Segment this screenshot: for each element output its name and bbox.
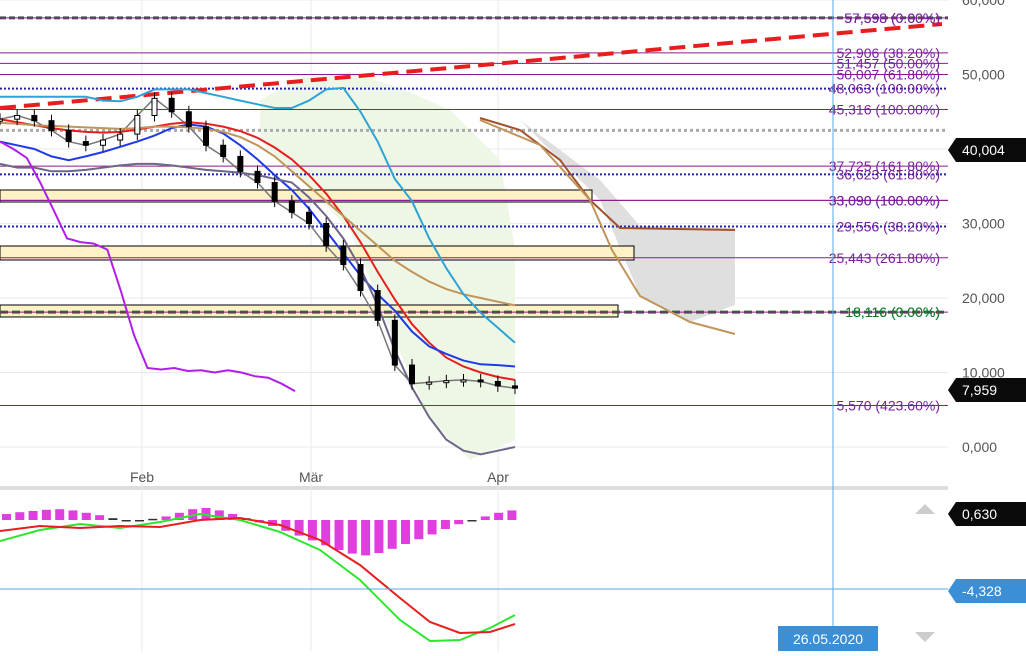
- macd-histogram-bar: [15, 512, 25, 520]
- candle-body: [237, 155, 244, 172]
- macd-histogram-bar: [401, 520, 410, 544]
- fib-level-label: 45,316 (100.00%): [829, 102, 940, 118]
- cursor-date-text: 26.05.2020: [793, 631, 863, 647]
- price-chart[interactable]: 57,598 (0.00%)57,598 (0.00%)52,906 (38.2…: [0, 0, 1026, 651]
- candle-body: [512, 385, 518, 389]
- macd-histogram-bar: [55, 509, 65, 520]
- price-badge-upper: 40,004: [948, 138, 1026, 162]
- y-tick-label: 0,000: [962, 439, 997, 455]
- macd-histogram-bar: [135, 520, 144, 522]
- candle-body: [494, 380, 501, 387]
- candle-body: [443, 380, 450, 384]
- macd-signal-badge: -4,328: [948, 579, 1026, 603]
- price-last-text: 7,959: [962, 382, 997, 398]
- y-tick-label: 20,000: [962, 290, 1005, 306]
- candle-body: [323, 223, 330, 247]
- candle-body: [151, 97, 158, 116]
- candle-body: [168, 97, 175, 113]
- candle-body: [65, 129, 72, 143]
- macd-histogram-bar: [121, 520, 131, 522]
- macd-histogram-bar: [334, 520, 344, 550]
- macd-histogram-bar: [108, 518, 118, 520]
- support-zone-18: [0, 304, 619, 318]
- candle-body: [185, 111, 192, 128]
- macd-histogram-bar: [374, 520, 384, 553]
- macd-histogram-bar: [361, 520, 371, 556]
- y-tick-label: 30,000: [962, 216, 1005, 232]
- candle-body: [409, 364, 415, 385]
- candle-body: [460, 379, 467, 383]
- macd-histogram-bar: [148, 518, 158, 521]
- fib-level-label: 18,116 (0.00%): [845, 304, 940, 320]
- y-tick-label: 60,000: [962, 0, 1005, 8]
- candle-body: [0, 118, 3, 122]
- candle-body: [288, 200, 295, 213]
- candle-body: [48, 120, 55, 131]
- candle-body: [82, 141, 89, 146]
- fib-level-label: 33,090 (100.00%): [829, 192, 940, 208]
- macd-histogram-bar: [387, 520, 397, 549]
- macd-histogram-bar: [467, 520, 477, 522]
- candle-body: [14, 114, 21, 120]
- fib-level-label: 36,623 (61.80%): [836, 166, 940, 182]
- candle-body: [134, 114, 141, 135]
- fib-level-label: 48,063 (100.00%): [829, 81, 940, 97]
- candle-body: [31, 114, 38, 122]
- macd-value-badge: 0,630: [948, 502, 1026, 526]
- candle-body: [271, 182, 278, 202]
- macd-histogram-bar: [2, 514, 11, 520]
- fib-level-label: 25,443 (261.80%): [829, 250, 940, 266]
- candle-body: [477, 379, 484, 383]
- x-tick-label: Apr: [487, 469, 509, 485]
- candle-body: [254, 170, 261, 184]
- cursor-date-badge: 26.05.2020: [778, 626, 878, 651]
- price-axis: [948, 0, 1026, 651]
- candle-body: [100, 139, 106, 146]
- candle-body: [117, 133, 124, 141]
- x-tick-label: Feb: [130, 469, 154, 485]
- candle-body: [203, 126, 209, 146]
- macd-histogram-bar: [480, 516, 490, 520]
- macd-histogram-bar: [95, 515, 105, 520]
- macd-histogram-bar: [41, 509, 51, 520]
- price-badge-last: 7,959: [948, 378, 1026, 402]
- macd-value-text: 0,630: [962, 506, 997, 522]
- macd-histogram-bar: [454, 520, 464, 525]
- fib-level-label: 57,598 (0.00%): [844, 10, 940, 26]
- fib-level-label: 29,556 (38.20%): [836, 218, 940, 234]
- macd-histogram-bar: [414, 520, 424, 540]
- candle-body: [426, 381, 433, 385]
- x-tick-label: Mär: [299, 469, 323, 485]
- macd-histogram-bar: [68, 510, 78, 520]
- macd-histogram-bar: [28, 511, 38, 520]
- macd-histogram-bar: [347, 520, 357, 554]
- y-tick-label: 50,000: [962, 67, 1005, 83]
- candle-body: [357, 263, 364, 292]
- chart-stage: 57,598 (0.00%) 57,598 (0.00%) 52,906 (38.2…: [0, 0, 1026, 651]
- candle-body: [391, 319, 398, 366]
- candle-body: [374, 290, 381, 321]
- macd-histogram-bar: [507, 510, 517, 520]
- macd-histogram-bar: [81, 512, 91, 520]
- fib-level-label: 5,570 (423.60%): [836, 398, 940, 414]
- candle-body: [306, 211, 312, 224]
- macd-histogram-bar: [494, 512, 504, 520]
- macd-signal-text: -4,328: [962, 583, 1002, 599]
- macd-histogram-bar: [427, 520, 437, 535]
- candle-body: [220, 144, 227, 157]
- candle-body: [340, 245, 347, 265]
- macd-histogram-bar: [440, 520, 450, 529]
- price-upper-text: 40,004: [962, 142, 1005, 158]
